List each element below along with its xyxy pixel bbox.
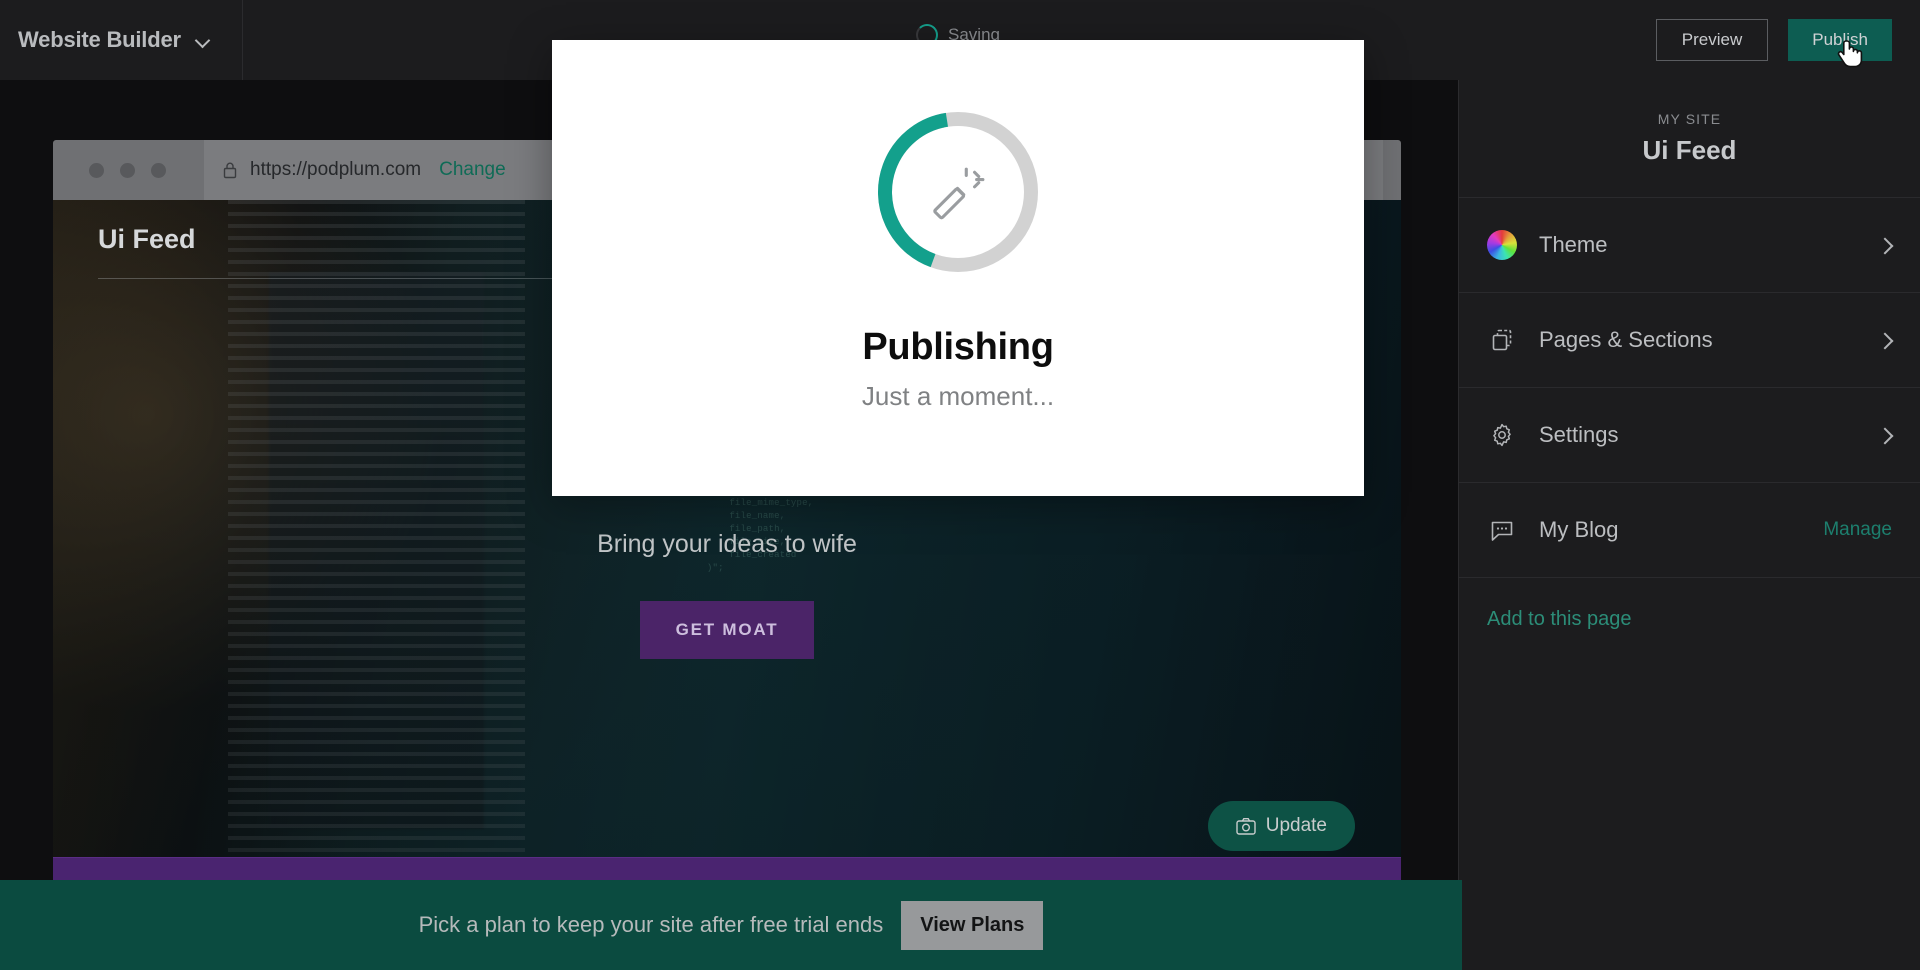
site-header: MY SITE Ui Feed bbox=[1459, 80, 1920, 198]
publish-button[interactable]: Publish bbox=[1788, 19, 1892, 61]
manage-blog-link[interactable]: Manage bbox=[1823, 519, 1892, 541]
site-name: Ui Feed bbox=[1642, 135, 1737, 165]
chevron-right-icon[interactable] bbox=[1878, 428, 1892, 442]
color-wheel-icon bbox=[1487, 230, 1517, 260]
pages-icon bbox=[1487, 325, 1517, 355]
sidebar-item-label: Theme bbox=[1539, 232, 1608, 257]
window-dots bbox=[89, 162, 166, 178]
chat-bubble-icon bbox=[1487, 515, 1517, 545]
modal-subtitle: Just a moment... bbox=[861, 381, 1055, 411]
hero-subtitle: Bring your ideas to wife bbox=[597, 530, 857, 558]
sidebar-item-theme[interactable]: Theme bbox=[1459, 198, 1920, 293]
update-label: Update bbox=[1265, 815, 1327, 836]
update-image-button[interactable]: Update bbox=[1207, 801, 1355, 851]
preview-button[interactable]: Preview bbox=[1655, 19, 1769, 61]
window-dot-close bbox=[89, 162, 104, 178]
camera-icon bbox=[1236, 818, 1256, 835]
hero-cta-button[interactable]: GET MOAT bbox=[639, 601, 815, 659]
window-dot-minimize bbox=[120, 162, 135, 178]
brand-menu[interactable]: Website Builder bbox=[0, 0, 243, 80]
trial-banner-message: Pick a plan to keep your site after free… bbox=[418, 912, 884, 937]
right-sidebar: MY SITE Ui Feed Theme Pages & Sections S… bbox=[1458, 80, 1920, 970]
chevron-right-icon[interactable] bbox=[1878, 333, 1892, 347]
publishing-modal: Publishing Just a moment... bbox=[552, 40, 1364, 496]
lock-icon bbox=[223, 162, 237, 179]
chevron-right-icon[interactable] bbox=[1878, 238, 1892, 252]
window-dot-maximize bbox=[151, 162, 166, 178]
sidebar-item-my-blog[interactable]: My Blog Manage bbox=[1459, 483, 1920, 578]
sidebar-item-label: My Blog bbox=[1539, 517, 1619, 542]
trial-banner: Pick a plan to keep your site after free… bbox=[0, 880, 1462, 970]
topbar-actions: Preview Publish bbox=[1655, 0, 1892, 80]
modal-title: Publishing bbox=[862, 326, 1054, 368]
my-site-label: MY SITE bbox=[1657, 111, 1722, 127]
brand-title: Website Builder bbox=[18, 27, 181, 52]
sidebar-item-pages-sections[interactable]: Pages & Sections bbox=[1459, 293, 1920, 388]
sidebar-item-label: Pages & Sections bbox=[1539, 327, 1713, 352]
publishing-progress-ring bbox=[868, 102, 1048, 282]
chevron-down-icon[interactable] bbox=[195, 32, 211, 48]
view-plans-button[interactable]: View Plans bbox=[901, 900, 1044, 950]
gear-icon bbox=[1487, 420, 1517, 450]
sidebar-item-label: Settings bbox=[1539, 422, 1619, 447]
url-text: https://podplum.com bbox=[250, 159, 422, 180]
sidebar-item-settings[interactable]: Settings bbox=[1459, 388, 1920, 483]
site-logo: Ui Feed bbox=[98, 224, 196, 254]
add-to-this-page-link[interactable]: Add to this page bbox=[1459, 578, 1920, 661]
change-url-link[interactable]: Change bbox=[439, 159, 506, 181]
website-builder-app: Website Builder Preview Publish Saving h… bbox=[0, 0, 1920, 970]
